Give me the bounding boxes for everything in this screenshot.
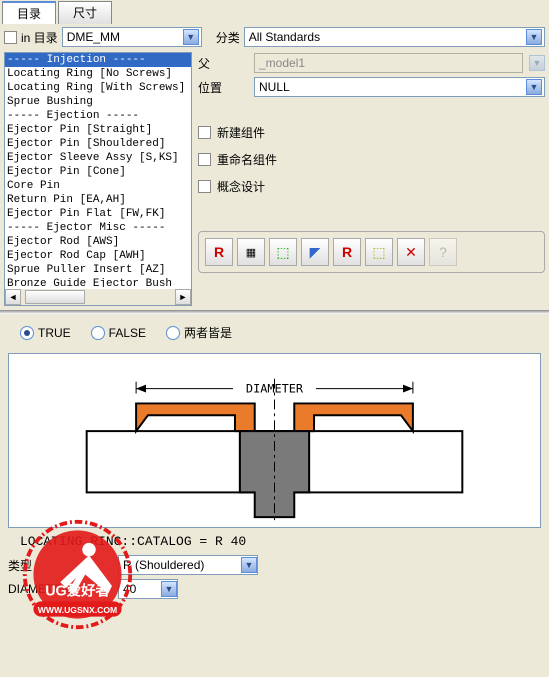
concept-design-label: 概念设计	[217, 178, 265, 195]
list-item[interactable]: Ejector Pin [Shouldered]	[5, 137, 191, 151]
tool-button-1[interactable]: R	[205, 238, 233, 266]
rename-component-label: 重命名组件	[217, 151, 277, 168]
horizontal-scrollbar[interactable]: ◄ ►	[5, 289, 191, 305]
in-catalog-label: in 目录	[21, 29, 58, 46]
svg-text:UG爱好者: UG爱好者	[45, 582, 110, 600]
tool-button-help: ?	[429, 238, 457, 266]
list-item[interactable]: Bronze Guide Ejector Bush	[5, 277, 191, 287]
list-item[interactable]: Sprue Bushing	[5, 95, 191, 109]
list-item[interactable]: Sprue Puller Insert [AZ]	[5, 263, 191, 277]
chevron-down-icon[interactable]: ▼	[529, 55, 545, 71]
tool-button-4[interactable]: ◤	[301, 238, 329, 266]
chevron-down-icon: ▼	[526, 29, 542, 45]
list-item[interactable]: Core Pin	[5, 179, 191, 193]
list-item[interactable]: Ejector Pin [Straight]	[5, 123, 191, 137]
parts-listbox[interactable]: ----- Injection -----Locating Ring [No S…	[4, 52, 192, 306]
parent-field[interactable]: _model1	[254, 53, 523, 73]
type-value: R (Shouldered)	[119, 558, 241, 572]
list-item[interactable]: ----- Injection -----	[5, 53, 191, 67]
radio-icon	[20, 326, 34, 340]
list-item[interactable]: ----- Ejector Misc -----	[5, 221, 191, 235]
concept-design-row[interactable]: 概念设计	[198, 174, 545, 199]
scroll-left-button[interactable]: ◄	[5, 289, 21, 305]
scroll-track[interactable]	[21, 289, 175, 305]
new-component-checkbox[interactable]	[198, 126, 211, 139]
right-panel: 父 _model1 ▼ 位置 NULL ▼ 新建组件 重命名组件 概念设计	[198, 52, 545, 306]
list-item[interactable]: Ejector Rod Cap [AWH]	[5, 249, 191, 263]
position-label: 位置	[198, 79, 248, 96]
chevron-down-icon: ▼	[526, 79, 542, 95]
chevron-down-icon: ▼	[241, 557, 257, 573]
list-item[interactable]: Locating Ring [No Screws]	[5, 67, 191, 81]
type-dropdown[interactable]: R (Shouldered) ▼	[118, 555, 258, 575]
list-item[interactable]: Return Pin [EA,AH]	[5, 193, 191, 207]
new-component-label: 新建组件	[217, 124, 265, 141]
tool-button-5[interactable]: R	[333, 238, 361, 266]
scroll-thumb[interactable]	[25, 290, 85, 304]
tab-bar: 目录 尺寸	[0, 0, 549, 24]
radio-row: TRUE FALSE 两者皆是	[0, 316, 549, 349]
tool-button-7[interactable]: ✕	[397, 238, 425, 266]
rename-component-row[interactable]: 重命名组件	[198, 147, 545, 172]
classify-label: 分类	[216, 29, 240, 46]
chevron-down-icon: ▼	[161, 581, 177, 597]
tool-button-6[interactable]: ⬚	[365, 238, 393, 266]
radio-false[interactable]: FALSE	[91, 326, 146, 340]
scroll-right-button[interactable]: ►	[175, 289, 191, 305]
list-item[interactable]: Locating Ring [With Screws]	[5, 81, 191, 95]
catalog-dropdown[interactable]: DME_MM ▼	[62, 27, 202, 47]
list-item[interactable]: Ejector Rod [AWS]	[5, 235, 191, 249]
new-component-row[interactable]: 新建组件	[198, 120, 545, 145]
tab-dimension[interactable]: 尺寸	[58, 1, 112, 24]
classify-value: All Standards	[249, 30, 526, 44]
radio-icon	[166, 326, 180, 340]
list-item[interactable]: ----- Ejection -----	[5, 109, 191, 123]
toolbar: R ▦ ⬚ ◤ R ⬚ ✕ ?	[198, 231, 545, 273]
list-item[interactable]: Ejector Pin Flat [FW,FK]	[5, 207, 191, 221]
position-dropdown[interactable]: NULL ▼	[254, 77, 545, 97]
list-item[interactable]: Ejector Pin [Cone]	[5, 165, 191, 179]
tool-button-2[interactable]: ▦	[237, 238, 265, 266]
rename-component-checkbox[interactable]	[198, 153, 211, 166]
parent-label: 父	[198, 55, 248, 72]
classify-dropdown[interactable]: All Standards ▼	[244, 27, 545, 47]
chevron-down-icon: ▼	[183, 29, 199, 45]
tab-catalog[interactable]: 目录	[2, 1, 56, 24]
tool-button-3[interactable]: ⬚	[269, 238, 297, 266]
main-row: ----- Injection -----Locating Ring [No S…	[0, 50, 549, 308]
position-value: NULL	[259, 80, 526, 94]
in-catalog-checkbox[interactable]	[4, 31, 17, 44]
diagram: DIAMETER	[8, 353, 541, 528]
concept-design-checkbox[interactable]	[198, 180, 211, 193]
radio-icon	[91, 326, 105, 340]
horizontal-divider	[0, 310, 549, 314]
filter-row: in 目录 DME_MM ▼ 分类 All Standards ▼	[0, 24, 549, 50]
catalog-value: DME_MM	[67, 30, 183, 44]
list-item[interactable]: Ejector Sleeve Assy [S,KS]	[5, 151, 191, 165]
radio-true[interactable]: TRUE	[20, 326, 71, 340]
watermark-stamp: UG爱好者 WWW.UGSNX.COM	[20, 517, 135, 632]
radio-both[interactable]: 两者皆是	[166, 324, 232, 341]
svg-text:WWW.UGSNX.COM: WWW.UGSNX.COM	[38, 605, 117, 615]
